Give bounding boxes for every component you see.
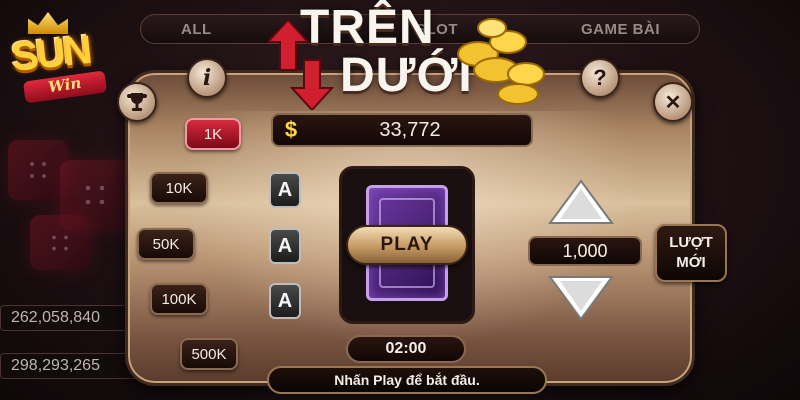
trophy-button[interactable] [117, 82, 157, 122]
tab-all[interactable]: ALL [181, 21, 212, 38]
currency-symbol: $ [284, 117, 298, 142]
new-turn-button[interactable]: LƯỢT MỚI [655, 224, 727, 282]
bet-amount: 1,000 [528, 236, 642, 266]
new-turn-label-line1: LƯỢT [669, 234, 713, 251]
play-button[interactable]: PLAY [346, 225, 468, 265]
trophy-icon [127, 93, 147, 111]
jackpot-value: 262,058,840 [0, 305, 140, 331]
chip-100k[interactable]: 100K [150, 283, 208, 315]
info-icon: i [202, 65, 212, 91]
help-button[interactable]: ? [580, 58, 620, 98]
game-title-top: TRÊN [300, 1, 435, 54]
chip-500k[interactable]: 500K [180, 338, 238, 370]
status-message: Nhấn Play để bắt đầu. [267, 366, 547, 394]
card-slot: A [269, 228, 301, 264]
close-button[interactable]: ✕ [653, 82, 693, 122]
balance-display: $ 33,772 [271, 113, 533, 147]
info-button[interactable]: i [187, 58, 227, 98]
tab-game-bai[interactable]: GAME BÀI [581, 21, 660, 38]
help-icon: ? [593, 65, 607, 90]
up-arrow-icon [548, 179, 614, 224]
background-dice [8, 140, 68, 200]
coin-stack-icon [457, 18, 545, 105]
close-icon: ✕ [664, 90, 682, 114]
down-arrow-icon [548, 276, 614, 321]
background-dice [30, 215, 90, 270]
higher-button[interactable] [548, 178, 614, 226]
countdown-timer: 02:00 [346, 335, 466, 363]
chip-50k[interactable]: 50K [137, 228, 195, 260]
new-turn-label-line2: MỚI [676, 254, 706, 271]
chip-1k[interactable]: 1K [185, 118, 241, 150]
card-slot: A [269, 283, 301, 319]
chip-10k[interactable]: 10K [150, 172, 208, 204]
lower-button[interactable] [548, 274, 614, 322]
sunwin-logo: SUN Win [6, 6, 122, 106]
balance-amount: 33,772 [379, 118, 441, 141]
jackpot-value: 298,293,265 [0, 353, 140, 379]
card-slot: A [269, 172, 301, 208]
